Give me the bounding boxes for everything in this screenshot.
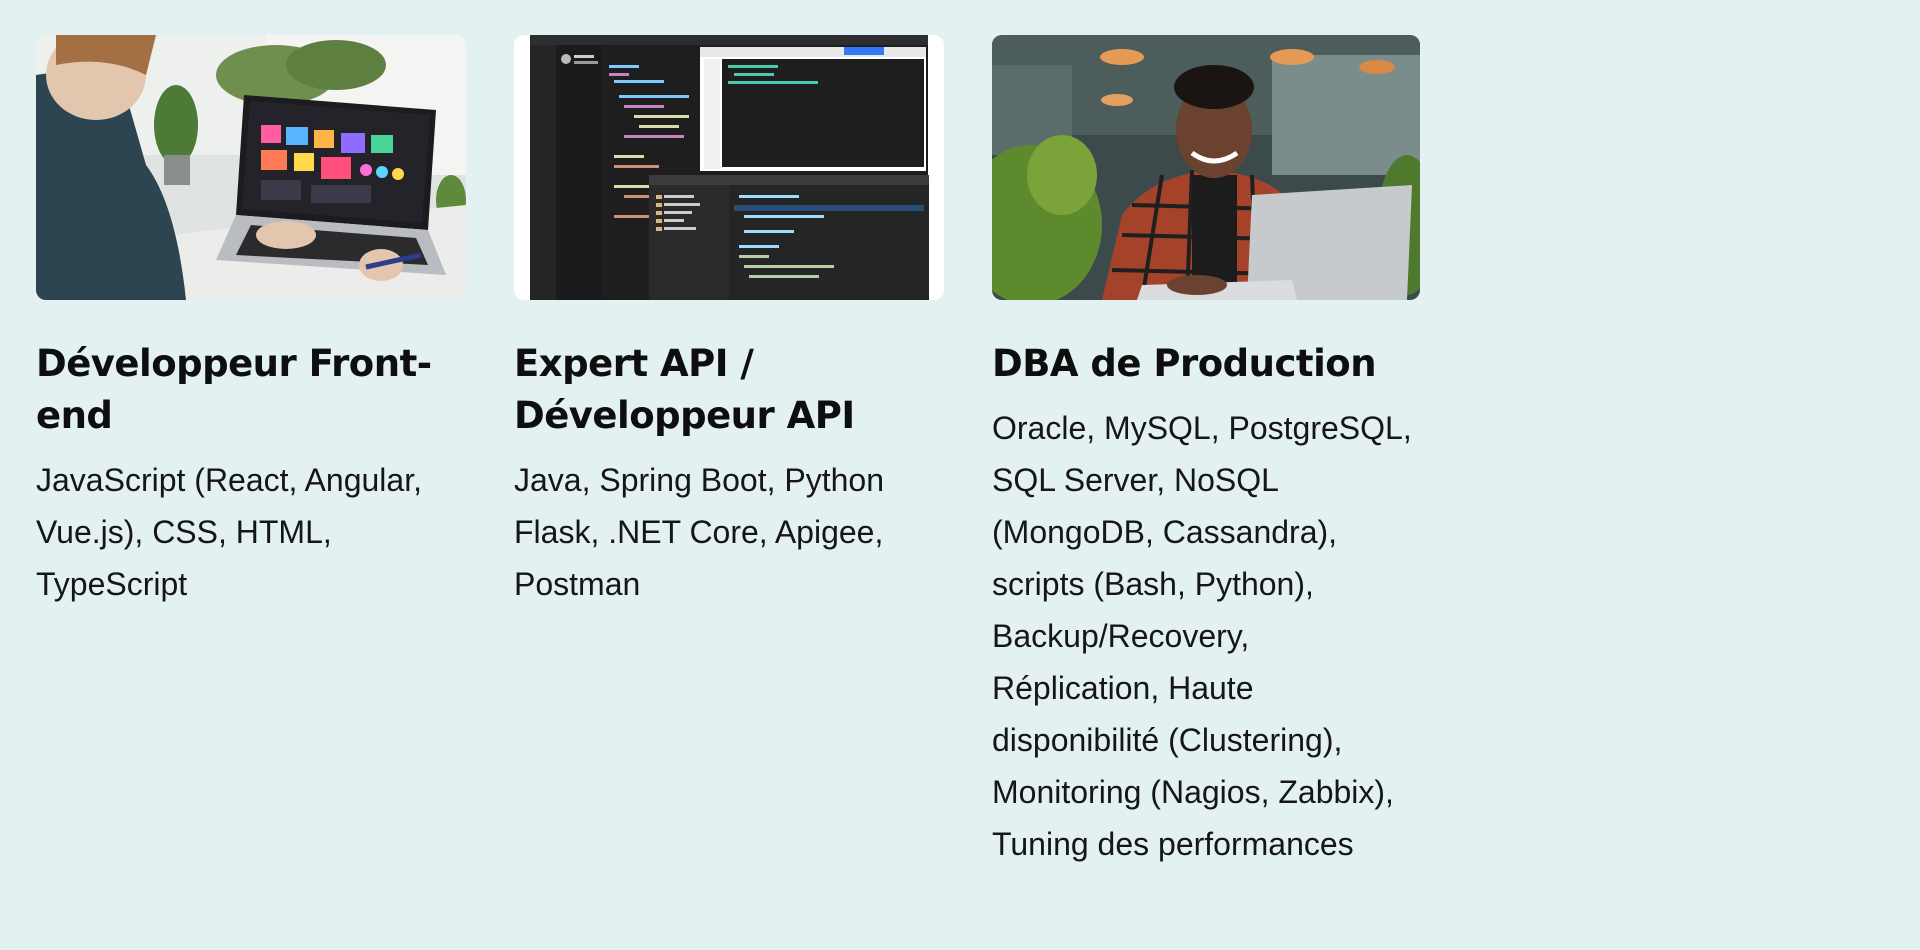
card-dba[interactable]: DBA de Production Oracle, MySQL, Postgre… bbox=[992, 35, 1420, 870]
card-description: Oracle, MySQL, PostgreSQL, SQL Server, N… bbox=[992, 410, 1412, 862]
card-api[interactable]: Expert API / Développeur API Java, Sprin… bbox=[514, 35, 944, 610]
card-title: DBA de Production bbox=[992, 342, 1377, 385]
card-description: Java, Spring Boot, Python Flask, .NET Co… bbox=[514, 462, 884, 602]
laptop-dashboard-illustration bbox=[36, 35, 466, 300]
code-editor-illustration bbox=[514, 35, 944, 300]
card-image-api bbox=[514, 35, 944, 300]
card-description: JavaScript (React, Angular, Vue.js), CSS… bbox=[36, 462, 422, 602]
card-title: Expert API / Développeur API bbox=[514, 342, 855, 437]
man-laptop-illustration bbox=[992, 35, 1420, 300]
card-image-frontend bbox=[36, 35, 466, 300]
card-title: Développeur Front-end bbox=[36, 342, 432, 437]
card-frontend[interactable]: Développeur Front-end JavaScript (React,… bbox=[36, 35, 466, 610]
card-image-dba bbox=[992, 35, 1420, 300]
page: Développeur Front-end JavaScript (React,… bbox=[0, 0, 1920, 950]
